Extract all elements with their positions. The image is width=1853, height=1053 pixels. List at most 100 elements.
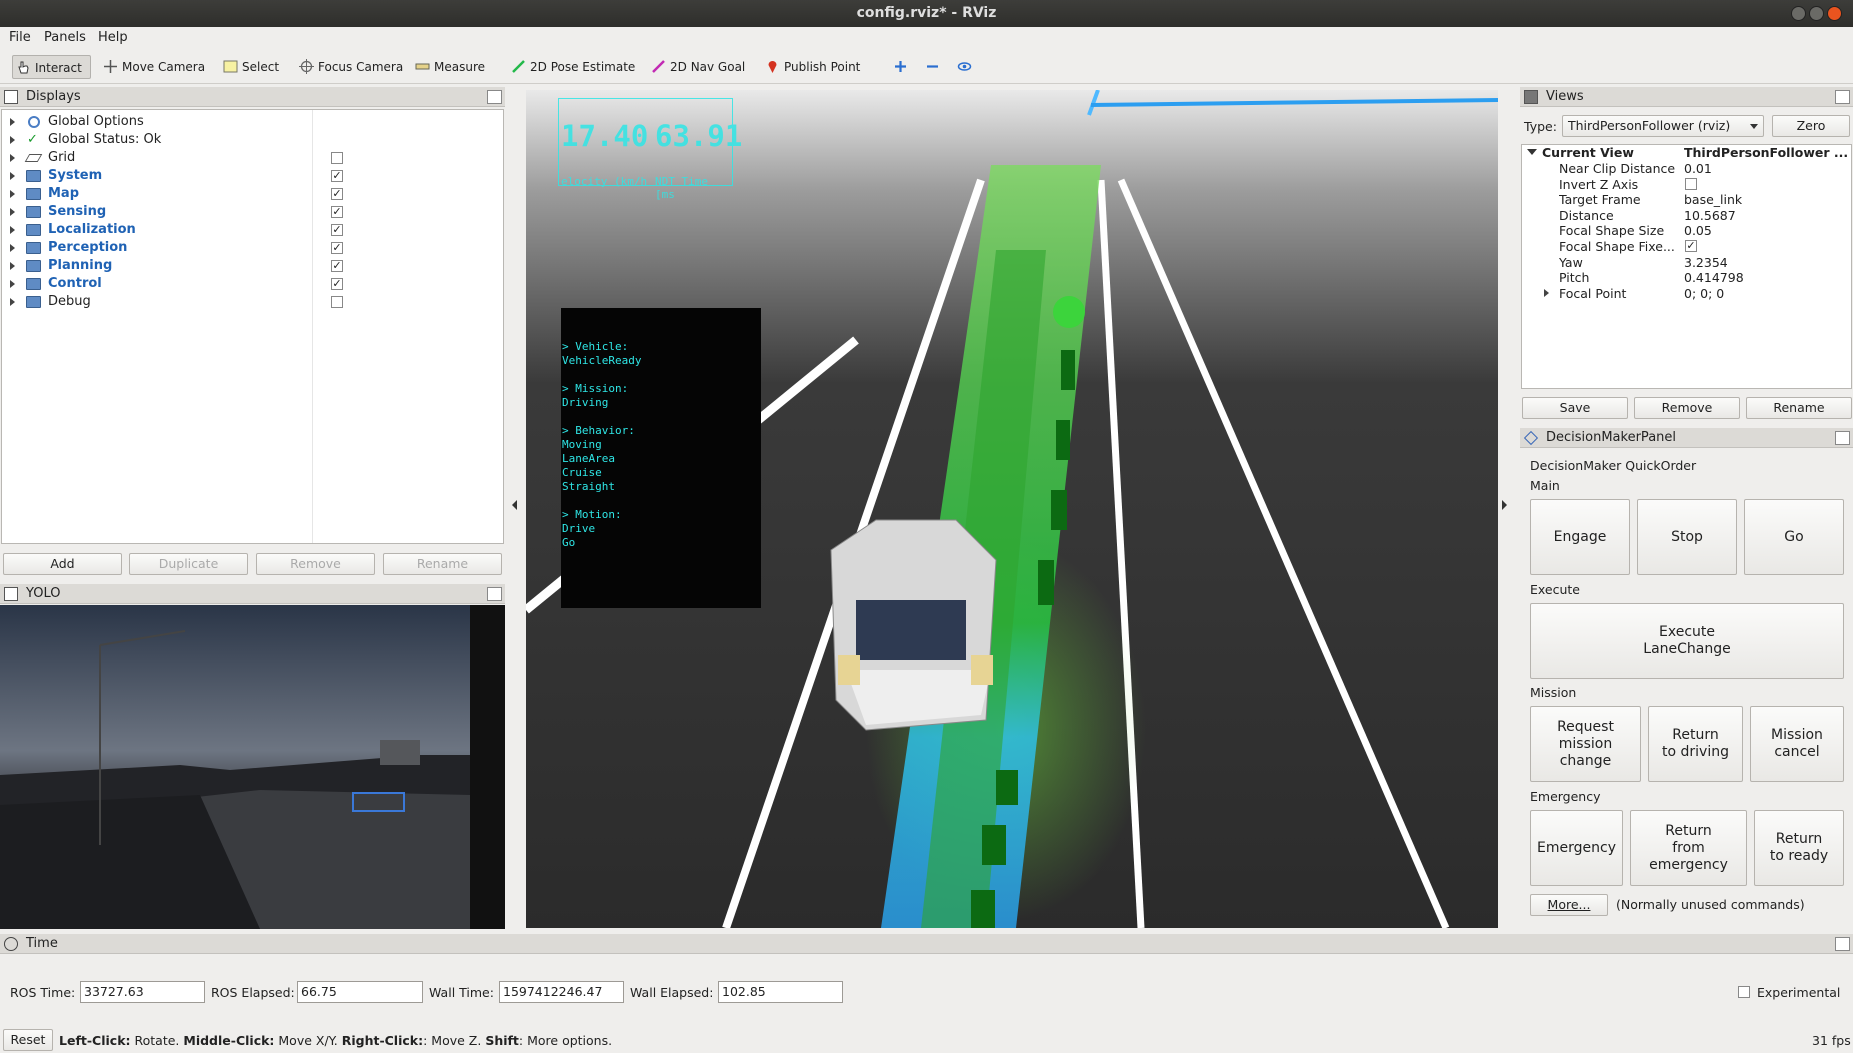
- display-item[interactable]: System ✓: [2, 167, 502, 185]
- display-item[interactable]: Grid: [2, 149, 502, 167]
- view-type-select[interactable]: ThirdPersonFollower (rviz): [1562, 115, 1764, 137]
- menu-help[interactable]: Help: [98, 30, 128, 45]
- expand-arrow-icon[interactable]: [10, 262, 15, 270]
- return-from-emergency-button[interactable]: Return from emergency: [1630, 810, 1747, 886]
- add-display-button[interactable]: Add: [3, 553, 122, 575]
- display-enabled-checkbox[interactable]: ✓: [331, 188, 343, 200]
- return-to-ready-button[interactable]: Return to ready: [1754, 810, 1844, 886]
- display-item[interactable]: ✓ Global Status: Ok: [2, 131, 502, 149]
- time-header: Time: [0, 934, 1853, 954]
- view-prop-value[interactable]: 0.414798: [1684, 270, 1744, 285]
- expand-arrow-icon[interactable]: [10, 244, 15, 252]
- display-enabled-checkbox[interactable]: ✓: [331, 278, 343, 290]
- display-enabled-checkbox[interactable]: ✓: [331, 260, 343, 272]
- engage-button[interactable]: Engage: [1530, 499, 1630, 575]
- remove-tool-button[interactable]: [922, 55, 938, 79]
- expand-arrow-icon[interactable]: [10, 118, 15, 126]
- expand-arrow-icon[interactable]: [10, 298, 15, 306]
- expand-arrow-icon[interactable]: [10, 226, 15, 234]
- display-enabled-checkbox[interactable]: ✓: [331, 242, 343, 254]
- more-button[interactable]: More...: [1530, 894, 1608, 916]
- display-enabled-checkbox[interactable]: [331, 296, 343, 308]
- minimize-icon[interactable]: [1791, 6, 1806, 21]
- expand-icon[interactable]: [1527, 149, 1537, 155]
- maximize-icon[interactable]: [1809, 6, 1824, 21]
- expand-arrow-icon[interactable]: [10, 190, 15, 198]
- menu-panels[interactable]: Panels: [44, 30, 86, 45]
- display-item[interactable]: Map ✓: [2, 185, 502, 203]
- view-prop-checkbox[interactable]: [1685, 177, 1697, 190]
- display-item[interactable]: Control ✓: [2, 275, 502, 293]
- display-item[interactable]: Planning ✓: [2, 257, 502, 275]
- go-button[interactable]: Go: [1744, 499, 1844, 575]
- left-collapse-icon[interactable]: [512, 500, 517, 510]
- view-prop-value[interactable]: 0.05: [1684, 223, 1712, 238]
- panel-close-icon[interactable]: [1835, 431, 1850, 445]
- view-prop-value[interactable]: base_link: [1684, 192, 1742, 207]
- display-enabled-checkbox[interactable]: [331, 152, 343, 164]
- panel-close-icon[interactable]: [487, 587, 502, 601]
- request-mission-change-button[interactable]: Request mission change: [1530, 706, 1641, 782]
- zero-button[interactable]: Zero: [1772, 115, 1850, 137]
- focus-camera-tool[interactable]: Focus Camera: [296, 55, 403, 79]
- ros-elapsed-field[interactable]: 66.75: [297, 981, 423, 1003]
- view-prop-name: Distance: [1559, 207, 1614, 223]
- view-prop-value[interactable]: 0.01: [1684, 161, 1712, 176]
- stop-button[interactable]: Stop: [1637, 499, 1737, 575]
- remove-display-button[interactable]: Remove: [256, 553, 375, 575]
- pose-estimate-tool[interactable]: 2D Pose Estimate: [508, 55, 635, 79]
- display-item[interactable]: Sensing ✓: [2, 203, 502, 221]
- view-prop-value[interactable]: 0; 0; 0: [1684, 286, 1724, 301]
- save-view-button[interactable]: Save: [1522, 397, 1628, 419]
- execute-lanechange-button[interactable]: Execute LaneChange: [1530, 603, 1844, 679]
- display-item[interactable]: Global Options: [2, 113, 502, 131]
- display-enabled-checkbox[interactable]: ✓: [331, 170, 343, 182]
- folder-icon: [26, 242, 41, 254]
- expand-arrow-icon[interactable]: [10, 172, 15, 180]
- expand-arrow-icon[interactable]: [10, 280, 15, 288]
- gear-icon: [28, 116, 40, 128]
- wall-elapsed-field[interactable]: 102.85: [718, 981, 843, 1003]
- panel-close-icon[interactable]: [1835, 937, 1850, 951]
- display-item[interactable]: Perception ✓: [2, 239, 502, 257]
- expand-arrow-icon[interactable]: [10, 136, 15, 144]
- display-enabled-checkbox[interactable]: ✓: [331, 224, 343, 236]
- mission-cancel-button[interactable]: Mission cancel: [1750, 706, 1844, 782]
- view-prop-checkbox[interactable]: ✓: [1685, 240, 1697, 252]
- panel-close-icon[interactable]: [1835, 90, 1850, 104]
- expand-arrow-icon[interactable]: [1544, 288, 1549, 297]
- displays-title: Displays: [26, 89, 81, 104]
- display-item[interactable]: Debug: [2, 293, 502, 311]
- rename-view-button[interactable]: Rename: [1746, 397, 1852, 419]
- ros-time-field[interactable]: 33727.63: [80, 981, 205, 1003]
- nav-goal-tool[interactable]: 2D Nav Goal: [648, 55, 745, 79]
- remove-view-button[interactable]: Remove: [1634, 397, 1740, 419]
- render-viewport[interactable]: 17.40 63.91 elocity (km/h NDT Time [ms >…: [526, 90, 1498, 928]
- emergency-button[interactable]: Emergency: [1530, 810, 1623, 886]
- expand-arrow-icon[interactable]: [10, 154, 15, 162]
- display-enabled-checkbox[interactable]: ✓: [331, 206, 343, 218]
- view-prop-name: Target Frame: [1559, 192, 1641, 208]
- view-prop-value[interactable]: 3.2354: [1684, 255, 1728, 270]
- expand-arrow-icon[interactable]: [10, 208, 15, 216]
- view-prop-value[interactable]: 10.5687: [1684, 208, 1736, 223]
- interact-tool[interactable]: Interact: [12, 55, 91, 79]
- add-tool-button[interactable]: [890, 55, 906, 79]
- panel-close-icon[interactable]: [487, 90, 502, 104]
- view-options-button[interactable]: [954, 55, 972, 79]
- wall-time-field[interactable]: 1597412246.47: [499, 981, 624, 1003]
- return-to-driving-button[interactable]: Return to driving: [1648, 706, 1743, 782]
- display-item[interactable]: Localization ✓: [2, 221, 502, 239]
- reset-button[interactable]: Reset: [3, 1029, 53, 1051]
- right-collapse-icon[interactable]: [1502, 500, 1507, 510]
- menu-file[interactable]: File: [9, 30, 31, 45]
- duplicate-display-button[interactable]: Duplicate: [129, 553, 248, 575]
- publish-point-tool[interactable]: Publish Point: [762, 55, 860, 79]
- measure-tool[interactable]: Measure: [412, 55, 485, 79]
- close-icon[interactable]: [1827, 6, 1842, 21]
- rename-display-button[interactable]: Rename: [383, 553, 502, 575]
- experimental-checkbox[interactable]: [1738, 986, 1750, 998]
- move-camera-tool[interactable]: Move Camera: [100, 55, 205, 79]
- select-tool[interactable]: Select: [220, 55, 279, 79]
- folder-icon: [26, 188, 41, 200]
